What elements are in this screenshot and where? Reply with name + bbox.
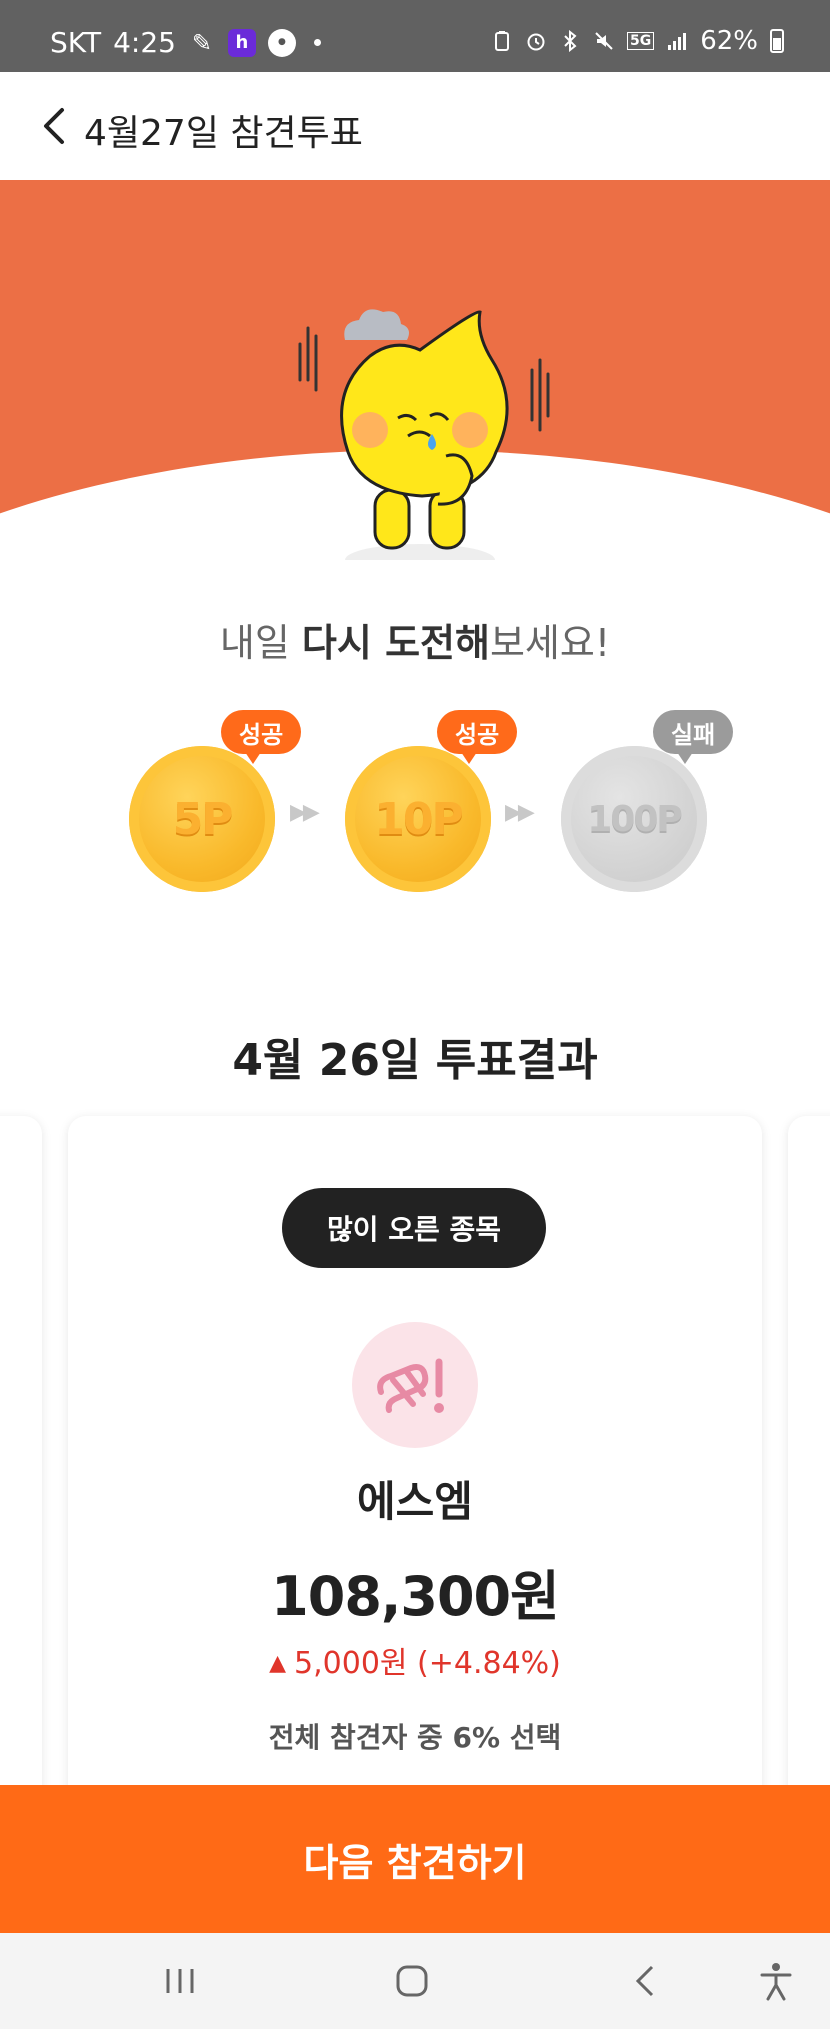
stock-change-value: 5,000원 (+4.84%) xyxy=(294,1646,561,1681)
coin-progress: 성공 5P ▶▶ 성공 10P ▶▶ 실패 100P xyxy=(0,710,830,900)
clock: 4:25 xyxy=(113,26,176,59)
coin-1-label: 5P xyxy=(172,793,234,845)
lock-app-icon: ● xyxy=(267,28,296,57)
alarm-icon xyxy=(527,33,545,51)
more-notifications-dot xyxy=(313,39,321,46)
retry-emphasis: 다시 도전해 xyxy=(301,621,490,665)
home-icon xyxy=(396,1965,428,1997)
coin-3-status-badge: 실패 xyxy=(653,710,734,764)
accessibility-icon xyxy=(760,1963,792,2001)
crying-character-illustration xyxy=(298,309,550,560)
next-result-card[interactable] xyxy=(788,1116,830,1816)
system-nav-bar xyxy=(0,1933,830,2029)
stock-logo xyxy=(352,1322,478,1448)
network-label: 5G xyxy=(626,32,655,50)
retry-prefix: 내일 xyxy=(219,621,302,665)
feather-icon: ✎ xyxy=(191,28,213,57)
coin-100p: 100P xyxy=(561,746,707,892)
status-right: 5G 62% xyxy=(491,26,784,56)
status-bar: SKT 4:25 ✎ h ● 5G 62% xyxy=(0,0,830,72)
arrow-right-icon: ▶▶ xyxy=(505,800,535,825)
battery-icon xyxy=(770,29,784,53)
carrier: SKT xyxy=(50,26,102,59)
stock-name: 에스엠 xyxy=(357,1477,473,1526)
coin-5p: 5P xyxy=(129,746,275,892)
system-back-button[interactable] xyxy=(620,1957,668,2005)
hipass-app-icon: h xyxy=(227,28,256,57)
app-header: 4월27일 참견투표 xyxy=(0,72,830,180)
result-card[interactable]: 많이 오른 종목 에스엠 108,300원 ▲ 5,000원 (+4.84%) 전… xyxy=(68,1116,762,1816)
back-button[interactable] xyxy=(30,102,78,150)
recent-apps-button[interactable] xyxy=(156,1957,204,2005)
vote-result-title: 4월 26일 투표결과 xyxy=(232,1035,598,1086)
mute-icon xyxy=(595,32,613,50)
stock-price: 108,300원 xyxy=(271,1565,560,1628)
hero-banner xyxy=(0,180,830,560)
coin-3-label: 100P xyxy=(587,798,683,840)
recent-apps-icon xyxy=(166,1969,194,1993)
coin-1-status-badge: 성공 xyxy=(221,710,302,764)
retry-message: 내일 다시 도전해보세요! xyxy=(0,612,830,667)
bluetooth-icon xyxy=(564,30,577,52)
signal-icon xyxy=(668,33,687,50)
coin-2-status-badge: 성공 xyxy=(437,710,518,764)
previous-result-card[interactable] xyxy=(0,1116,42,1816)
page-title: 4월27일 참견투표 xyxy=(84,113,363,154)
category-pill: 많이 오른 종목 xyxy=(282,1188,546,1268)
battery-saver-icon xyxy=(494,31,509,51)
status-left: SKT 4:25 ✎ h ● xyxy=(50,26,321,59)
home-button[interactable] xyxy=(388,1957,436,2005)
vote-share-text: 전체 참견자 중 6% 선택 xyxy=(268,1721,562,1754)
next-vote-button[interactable]: 다음 참견하기 xyxy=(0,1785,830,1933)
coin-2-label: 10P xyxy=(374,793,463,845)
chevron-left-icon xyxy=(44,108,64,144)
accessibility-button[interactable] xyxy=(752,1957,800,2005)
rise-triangle-icon: ▲ xyxy=(269,1651,287,1676)
retry-suffix: 보세요! xyxy=(489,621,611,665)
battery-level: 62% xyxy=(700,26,758,56)
back-chevron-icon xyxy=(635,1965,654,1997)
arrow-right-icon: ▶▶ xyxy=(290,800,320,825)
sm-logo-icon xyxy=(377,1358,444,1413)
stock-change: ▲ 5,000원 (+4.84%) xyxy=(68,1638,762,1682)
coin-10p: 10P xyxy=(345,746,491,892)
